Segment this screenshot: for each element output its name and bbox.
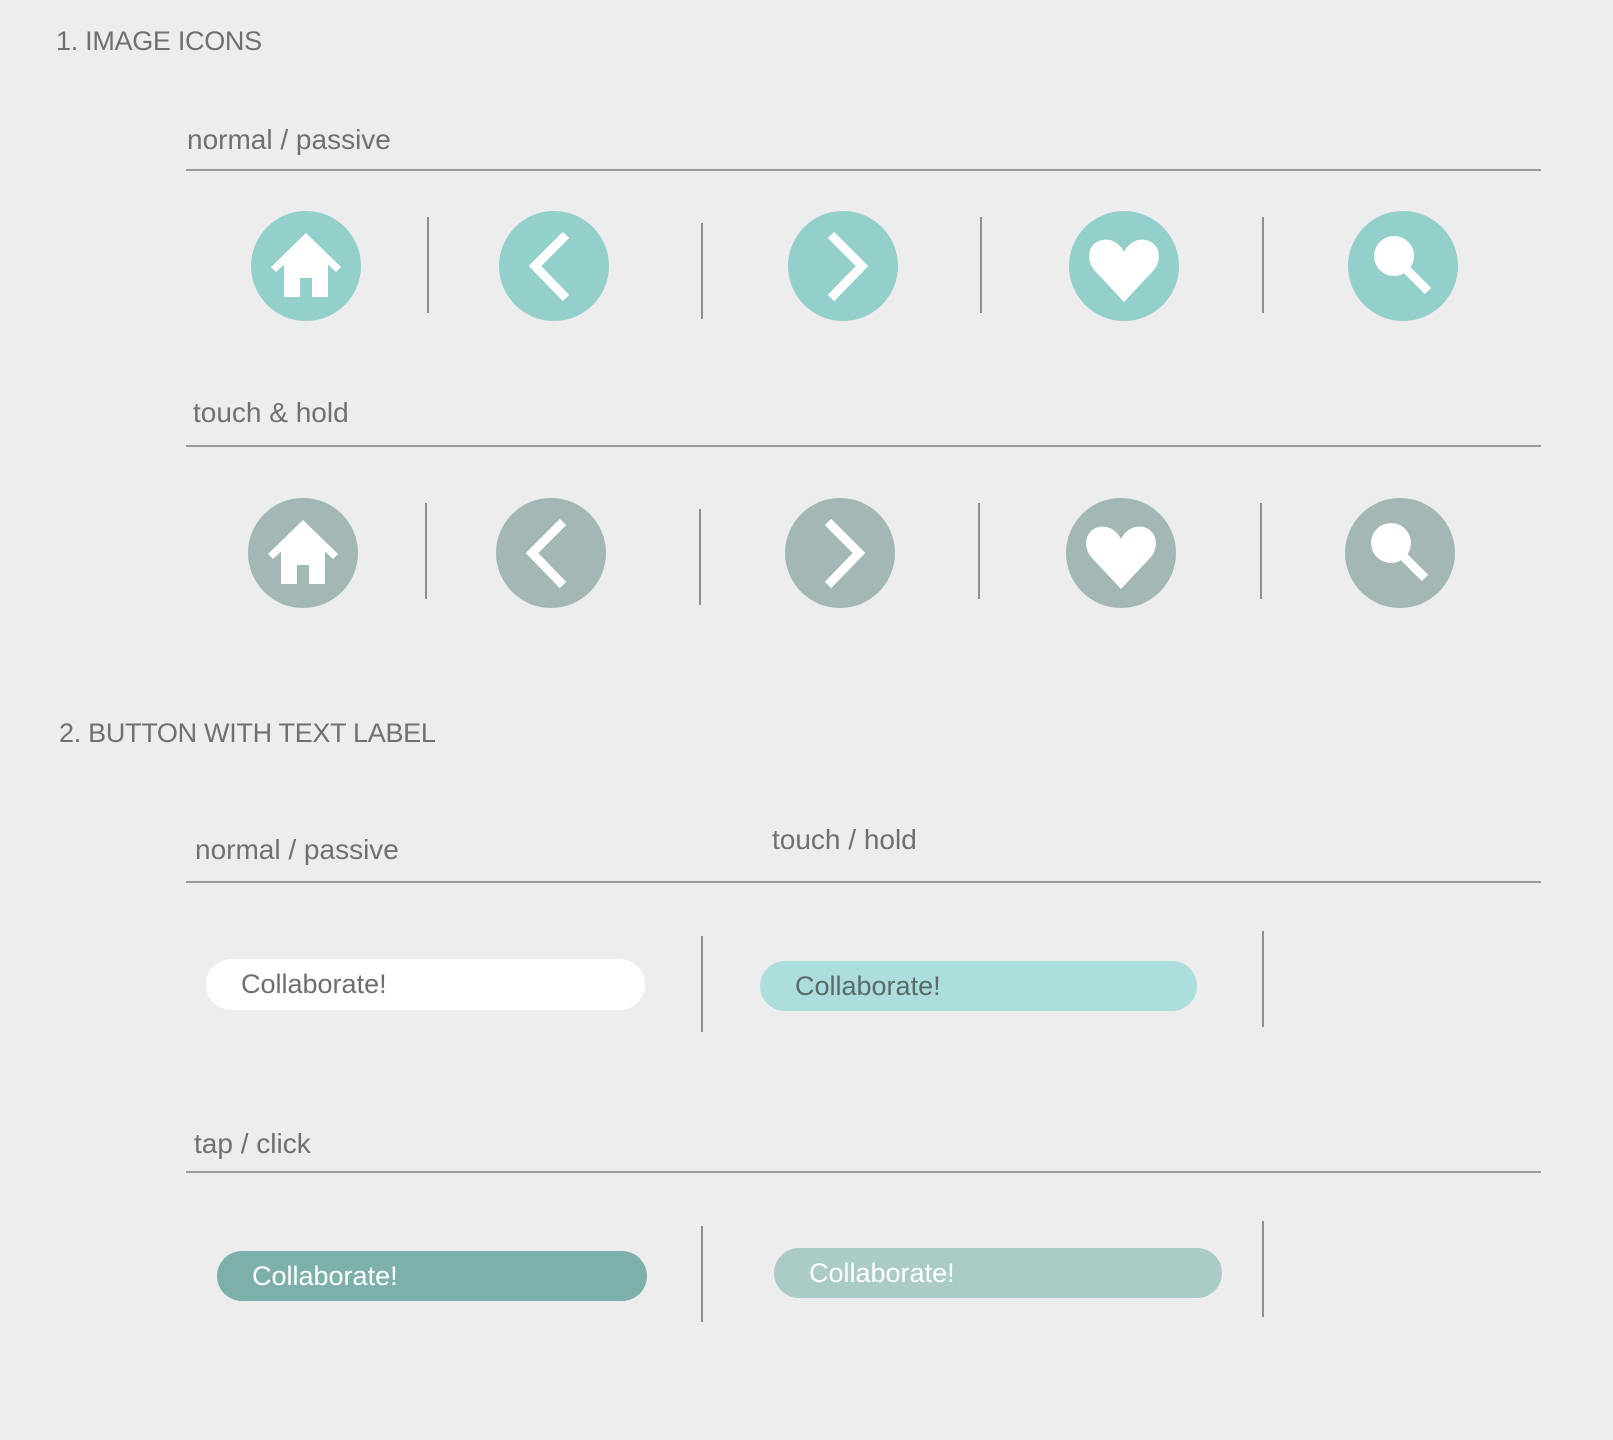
- divider-icons-hold: [186, 445, 1541, 447]
- label-buttons-hold: touch / hold: [772, 824, 917, 855]
- separator: [980, 217, 982, 313]
- search-button-pressed[interactable]: [1345, 498, 1455, 608]
- section-title-image-icons: 1. IMAGE ICONS: [56, 26, 262, 56]
- collaborate-button-tap[interactable]: Collaborate!: [217, 1251, 647, 1301]
- search-icon: [1374, 236, 1432, 295]
- separator: [701, 1226, 703, 1322]
- search-icon: [1371, 523, 1429, 582]
- chevron-right-icon: [827, 231, 869, 302]
- separator: [701, 223, 703, 319]
- forward-button[interactable]: [788, 211, 898, 321]
- separator: [425, 503, 427, 599]
- label-icons-normal: normal / passive: [187, 124, 391, 155]
- separator: [701, 936, 703, 1032]
- label-buttons-normal: normal / passive: [195, 834, 399, 865]
- separator: [978, 503, 980, 599]
- separator: [699, 509, 701, 605]
- favorite-button[interactable]: [1069, 211, 1179, 321]
- search-button[interactable]: [1348, 211, 1458, 321]
- home-icon: [271, 233, 341, 297]
- chevron-left-icon: [525, 518, 567, 589]
- label-icons-hold: touch & hold: [193, 397, 349, 428]
- separator: [1262, 931, 1264, 1027]
- separator: [1262, 1221, 1264, 1317]
- back-button-pressed[interactable]: [496, 498, 606, 608]
- heart-icon: [1089, 239, 1159, 302]
- divider-icons-normal: [186, 169, 1541, 171]
- home-icon: [268, 520, 338, 584]
- separator: [427, 217, 429, 313]
- collaborate-button[interactable]: Collaborate!: [206, 959, 645, 1010]
- favorite-button-pressed[interactable]: [1066, 498, 1176, 608]
- collaborate-button-hold[interactable]: Collaborate!: [760, 961, 1197, 1011]
- divider-buttons-tap: [186, 1171, 1541, 1173]
- collaborate-button-tap-alt[interactable]: Collaborate!: [774, 1248, 1222, 1298]
- divider-buttons-normal: [186, 881, 1541, 883]
- section-title-text-buttons: 2. BUTTON WITH TEXT LABEL: [59, 718, 436, 748]
- separator: [1260, 503, 1262, 599]
- forward-button-pressed[interactable]: [785, 498, 895, 608]
- separator: [1262, 217, 1264, 313]
- chevron-left-icon: [528, 231, 570, 302]
- heart-icon: [1086, 526, 1156, 589]
- chevron-right-icon: [824, 518, 866, 589]
- back-button[interactable]: [499, 211, 609, 321]
- home-button[interactable]: [251, 211, 361, 321]
- label-buttons-tap: tap / click: [194, 1128, 311, 1159]
- home-button-pressed[interactable]: [248, 498, 358, 608]
